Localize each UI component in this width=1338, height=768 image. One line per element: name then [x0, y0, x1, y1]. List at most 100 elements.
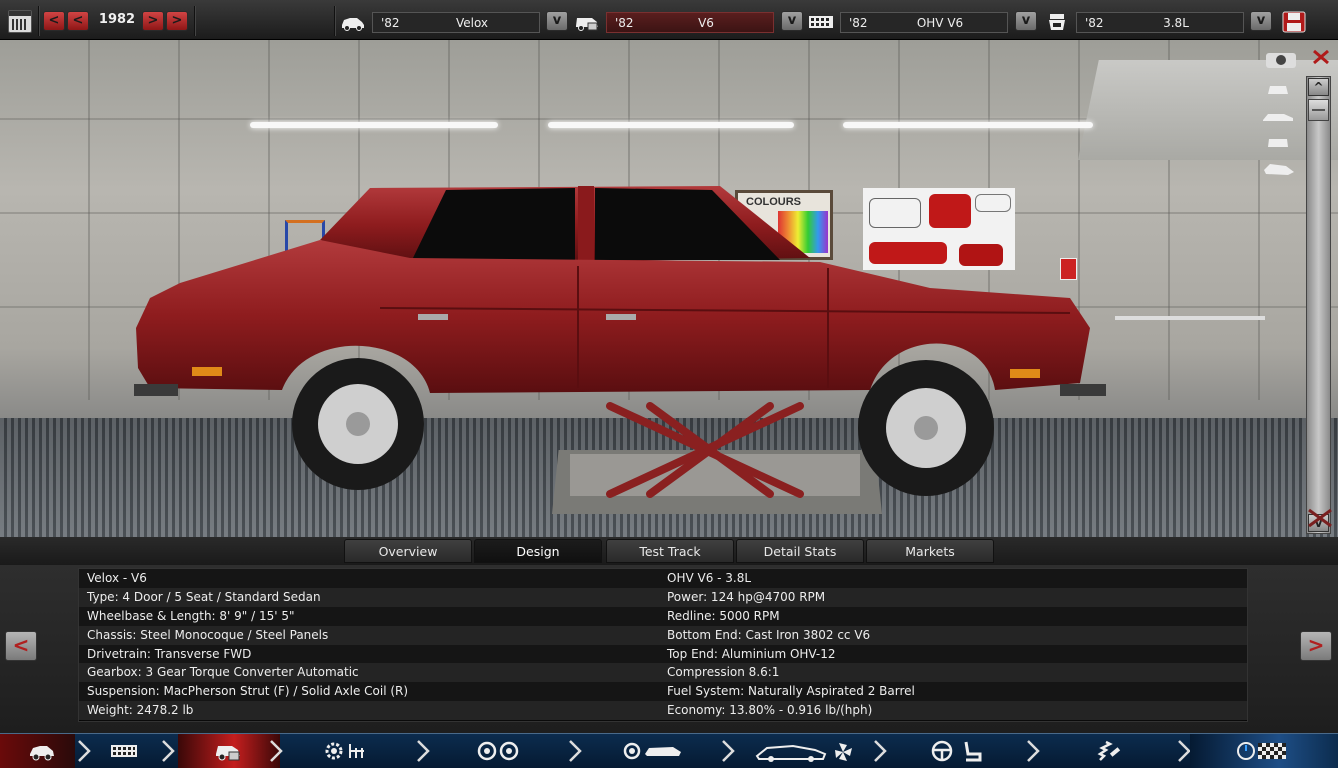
workflow-nav	[0, 733, 1338, 768]
ceiling-light	[250, 122, 498, 128]
reset-camera-icon[interactable]	[1305, 506, 1335, 530]
engine-power: Power: 124 hp@4700 RPM	[659, 587, 1247, 607]
front-view-icon[interactable]	[1260, 80, 1296, 100]
save-icon[interactable]	[1282, 11, 1306, 33]
top-toolbar: < < 1982 > > '82 Velox v '82 V6 v '82 OH…	[0, 0, 1338, 40]
engine-stats-column: OHV V6 - 3.8L Power: 124 hp@4700 RPM Red…	[659, 569, 1247, 721]
year-display: 1982	[98, 12, 136, 27]
car-name: Velox - V6	[79, 569, 659, 588]
model-name: Velox	[455, 16, 489, 30]
chevron-right-icon	[417, 740, 430, 762]
car-gearbox: Gearbox: 3 Gear Torque Converter Automat…	[79, 663, 659, 683]
close-icon[interactable]	[1310, 48, 1332, 66]
trim-car-icon	[576, 18, 598, 31]
nav-exterior[interactable]	[595, 734, 715, 768]
tab-design[interactable]: Design	[474, 539, 602, 563]
toolbar-divider	[38, 6, 40, 36]
variant-year: '82	[1085, 16, 1104, 30]
tab-overview[interactable]: Overview	[344, 539, 472, 563]
variant-name: 3.8L	[1163, 16, 1189, 30]
rear-wheel	[858, 360, 994, 496]
car-weight: Weight: 2478.2 lb	[79, 701, 659, 721]
trim-dropdown-button[interactable]: v	[781, 11, 803, 31]
ceiling-light	[548, 122, 794, 128]
engine-name: OHV V6	[916, 16, 964, 30]
chassis-icon	[111, 745, 137, 757]
car-garage-icon	[30, 746, 54, 761]
car-chassis: Chassis: Steel Monocoque / Steel Panels	[79, 625, 659, 645]
engine-gear-icon	[325, 742, 364, 760]
steering-seat-icon	[931, 740, 982, 762]
car-drivetrain: Drivetrain: Transverse FWD	[79, 644, 659, 664]
model-dropdown-button[interactable]: v	[546, 11, 568, 31]
nav-suspension[interactable]	[1050, 734, 1170, 768]
model-year: '82	[381, 16, 400, 30]
garage-viewport[interactable]: COLOURS ^ v	[0, 40, 1338, 537]
variant-select[interactable]: '82 3.8L	[1076, 12, 1244, 33]
year-next-fast-button[interactable]: >	[166, 11, 188, 31]
tab-markets[interactable]: Markets	[866, 539, 994, 563]
next-panel-button[interactable]: >	[1300, 631, 1332, 661]
engine-top-end: Top End: Aluminium OHV-12	[659, 644, 1247, 664]
car-summary-panel: Velox - V6 Type: 4 Door / 5 Seat / Stand…	[78, 568, 1248, 722]
chevron-right-icon	[162, 740, 175, 762]
tab-detail-stats[interactable]: Detail Stats	[736, 539, 864, 563]
zoom-scrollbar[interactable]: ^ v	[1306, 76, 1331, 534]
engine-dropdown-button[interactable]: v	[1015, 11, 1037, 31]
chevron-right-icon	[874, 740, 887, 762]
trim-select[interactable]: '82 V6	[606, 12, 774, 33]
car-wheelbase: Wheelbase & Length: 8' 9" / 15' 5"	[79, 606, 659, 626]
view-presets	[1252, 48, 1306, 208]
chevron-right-icon	[722, 740, 735, 762]
engine-block-icon	[809, 16, 833, 28]
chevron-right-icon	[270, 740, 283, 762]
year-prev-fast-button[interactable]: <	[43, 11, 65, 31]
nav-testing[interactable]	[1190, 734, 1338, 768]
chevron-right-icon	[569, 740, 582, 762]
gauge-flag-icon	[1237, 742, 1286, 760]
ceiling-light	[843, 122, 1093, 128]
car-suspension: Suspension: MacPherson Strut (F) / Solid…	[79, 682, 659, 702]
nav-wheels[interactable]	[440, 734, 560, 768]
app-window: < < 1982 > > '82 Velox v '82 V6 v '82 OH…	[0, 0, 1338, 768]
trim-name: V6	[698, 16, 714, 30]
suspension-spring-icon	[1097, 740, 1121, 761]
variant-dropdown-button[interactable]: v	[1250, 11, 1272, 31]
wheels-icon	[477, 741, 519, 761]
engine-economy: Economy: 13.80% - 0.916 lb/(hph)	[659, 701, 1247, 721]
nav-aero[interactable]	[745, 734, 865, 768]
trim-year: '82	[615, 16, 634, 30]
calendar-icon[interactable]	[8, 10, 32, 33]
car-model[interactable]	[130, 178, 1110, 498]
tab-test-track[interactable]: Test Track	[606, 539, 734, 563]
nav-body-design[interactable]	[178, 734, 280, 768]
year-prev-button[interactable]: <	[67, 11, 89, 31]
aero-fan-icon	[755, 743, 852, 762]
engine-name: OHV V6 - 3.8L	[659, 569, 1247, 588]
engine-compression: Compression 8.6:1	[659, 663, 1247, 683]
nav-cars[interactable]	[0, 734, 75, 768]
tab-bar: Overview Design Test Track Detail Stats …	[0, 537, 1338, 565]
year-next-button[interactable]: >	[142, 11, 164, 31]
front-wheel	[292, 358, 424, 490]
nav-engine[interactable]	[290, 734, 410, 768]
engine-variant-icon	[1049, 14, 1065, 30]
zoom-thumb[interactable]	[1308, 99, 1329, 121]
rear-view-icon[interactable]	[1260, 132, 1296, 152]
toolbar-divider	[194, 6, 196, 36]
model-select[interactable]: '82 Velox	[372, 12, 540, 33]
engine-select[interactable]: '82 OHV V6	[840, 12, 1008, 33]
exterior-fixtures-icon	[623, 742, 681, 760]
model-car-icon	[342, 18, 364, 31]
nav-interior[interactable]	[900, 734, 1020, 768]
body-trim-icon	[216, 746, 240, 761]
engine-fuel-system: Fuel System: Naturally Aspirated 2 Barre…	[659, 682, 1247, 702]
side-view-icon[interactable]	[1260, 106, 1296, 126]
nav-chassis[interactable]	[90, 734, 160, 768]
zoom-up-button[interactable]: ^	[1308, 78, 1329, 96]
engine-bottom-end: Bottom End: Cast Iron 3802 cc V6	[659, 625, 1247, 645]
perspective-view-icon[interactable]	[1260, 158, 1296, 178]
engine-year: '82	[849, 16, 868, 30]
engine-redline: Redline: 5000 RPM	[659, 606, 1247, 626]
prev-panel-button[interactable]: <	[5, 631, 37, 661]
